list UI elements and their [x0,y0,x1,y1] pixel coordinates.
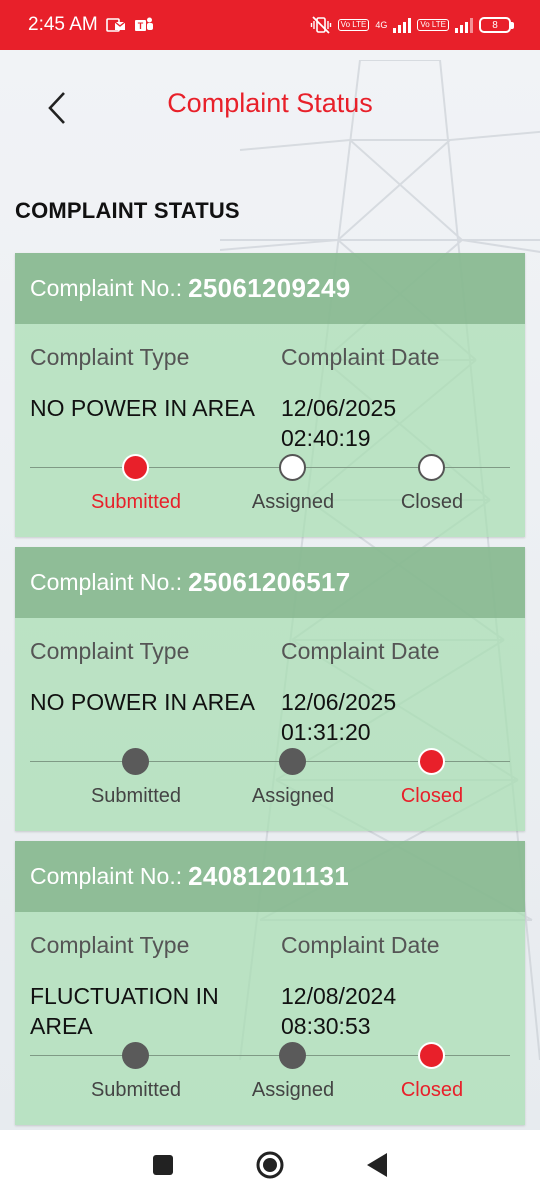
vibrate-off-icon [310,16,331,34]
step-closed-label: Closed [400,1079,464,1101]
step-submitted-label: Submitted [90,491,182,513]
complaint-time: 02:40:19 [281,425,371,451]
volte-badge-2: Vo LTE [417,19,449,31]
complaint-type-value: NO POWER IN AREA [30,689,255,715]
svg-text:T: T [137,21,143,31]
complaint-card-header: Complaint No.: 24081201131 [15,841,525,912]
status-time: 2:45 AM [28,14,98,35]
square-icon [153,1155,174,1175]
mail-icon [105,18,126,32]
complaint-type-label: Complaint Type [30,638,190,664]
step-assigned-dot [279,454,306,481]
step-assigned-dot [279,748,306,775]
complaint-date-value: 12/06/2025 01:31:20 [281,687,396,747]
complaint-card-header: Complaint No.: 25061206517 [15,547,525,618]
page-title: Complaint Status [167,88,373,118]
complaint-number: 24081201131 [188,861,350,891]
circle-icon [256,1151,284,1179]
complaint-number: 25061209249 [188,273,351,303]
volte-badge-1: Vo LTE [337,19,370,31]
recent-apps-button[interactable] [143,1145,183,1185]
step-closed-dot [418,748,445,775]
system-back-button[interactable] [357,1145,397,1185]
complaint-date-value: 12/08/2024 08:30:53 [281,981,396,1041]
step-assigned-label: Assigned [251,1079,335,1101]
complaint-card-header: Complaint No.: 25061209249 [15,253,525,324]
complaint-card[interactable]: Complaint No.: 25061206517 Complaint Typ… [15,547,525,831]
system-nav-bar [0,1130,540,1200]
complaint-type-value: FLUCTUATION IN AREA [30,983,219,1039]
complaint-list: Complaint No.: 25061209249 Complaint Typ… [15,253,525,1130]
signal-icon-2 [455,17,473,33]
complaint-date: 12/06/2025 [281,395,397,421]
status-right: Vo LTE 4G Vo LTE 8 [310,16,514,34]
signal-icon-1 [393,17,412,33]
complaint-type-label: Complaint Type [30,344,190,370]
complaint-type-label: Complaint Type [30,932,190,958]
complaint-no-label: Complaint No.: [30,275,183,301]
step-closed-dot [418,454,445,481]
step-submitted-dot [122,1042,149,1069]
complaint-time: 08:30:53 [281,1013,371,1039]
status-bar: 2:45 AM T Vo LTE 4G Vo LTE 8 [0,0,540,50]
step-submitted-dot [122,748,149,775]
step-assigned-label: Assigned [251,491,335,513]
complaint-date-value: 12/06/2025 02:40:19 [281,393,396,453]
app-header: Complaint Status [0,50,540,162]
complaint-date-label: Complaint Date [281,932,440,958]
complaint-date: 12/08/2024 [281,983,397,1009]
network-type: 4G [375,20,388,30]
teams-icon: T [134,17,153,31]
home-button[interactable] [250,1145,290,1185]
complaint-date-label: Complaint Date [281,638,440,664]
step-submitted-dot [122,454,149,481]
complaint-card[interactable]: Complaint No.: 24081201131 Complaint Typ… [15,841,525,1125]
step-closed-label: Closed [400,785,464,807]
complaint-no-label: Complaint No.: [30,863,183,889]
step-assigned-label: Assigned [251,785,335,807]
complaint-type-value: NO POWER IN AREA [30,395,255,421]
step-closed-label: Closed [400,491,464,513]
complaint-date-label: Complaint Date [281,344,440,370]
section-title: COMPLAINT STATUS [15,198,240,223]
content-area: Complaint Status COMPLAINT STATUS Compla… [0,50,540,1130]
triangle-back-icon [366,1153,387,1177]
complaint-number: 25061206517 [188,567,351,597]
status-left: 2:45 AM T [28,14,154,36]
step-assigned-dot [279,1042,306,1069]
step-submitted-label: Submitted [90,1079,182,1101]
complaint-date: 12/06/2025 [281,689,397,715]
step-submitted-label: Submitted [90,785,182,807]
step-closed-dot [418,1042,445,1069]
battery-icon: 8 [479,17,514,33]
complaint-time: 01:31:20 [281,719,371,745]
complaint-no-label: Complaint No.: [30,569,183,595]
battery-level: 8 [479,17,511,33]
complaint-card[interactable]: Complaint No.: 25061209249 Complaint Typ… [15,253,525,537]
